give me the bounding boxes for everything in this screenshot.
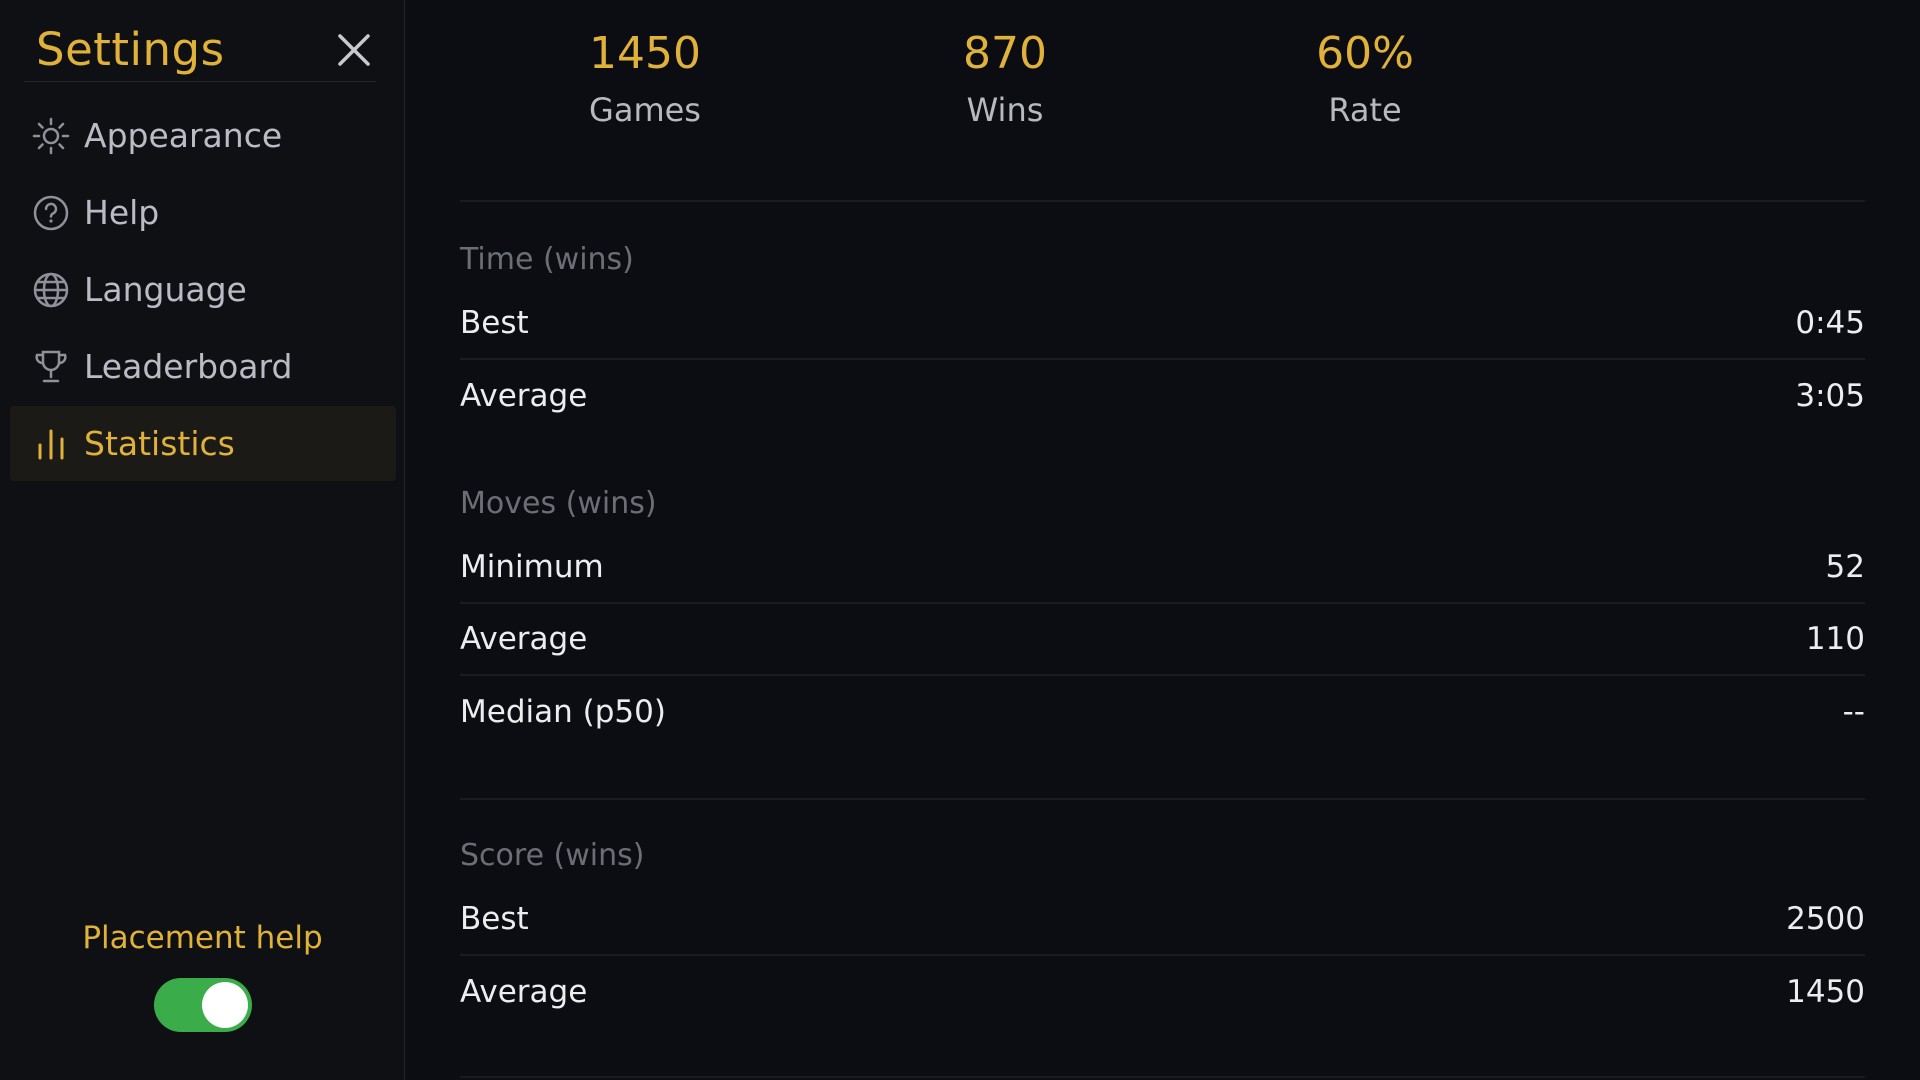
divider bbox=[460, 798, 1865, 800]
trophy-icon bbox=[30, 346, 72, 388]
stat-row: Average 110 bbox=[460, 604, 1865, 676]
stat-row: Median (p50) -- bbox=[460, 676, 1865, 748]
stat-wins-value: 870 bbox=[963, 28, 1047, 79]
settings-window: Settings Appearance Help Language Leader… bbox=[0, 0, 1920, 1080]
divider bbox=[460, 200, 1865, 202]
sidebar-item-label: Language bbox=[84, 270, 247, 309]
close-button[interactable] bbox=[332, 28, 376, 72]
sun-icon bbox=[30, 115, 72, 157]
toggle-knob bbox=[201, 982, 248, 1028]
stat-wins-label: Wins bbox=[966, 91, 1044, 129]
divider bbox=[460, 1076, 1865, 1078]
stat-row: Average 1450 bbox=[460, 956, 1865, 1028]
sidebar-item-label: Appearance bbox=[84, 116, 283, 155]
stat-row-value: 2500 bbox=[1786, 901, 1865, 937]
stat-row-value: 1450 bbox=[1786, 974, 1865, 1010]
stat-row-label: Average bbox=[460, 621, 588, 657]
sidebar-header: Settings bbox=[24, 18, 376, 82]
stat-rate-label: Rate bbox=[1328, 91, 1402, 129]
placement-help: Placement help bbox=[0, 920, 405, 1036]
stat-row-value: 110 bbox=[1805, 621, 1865, 657]
stat-row: Best 0:45 bbox=[460, 288, 1865, 360]
sidebar-item-label: Leaderboard bbox=[84, 347, 293, 386]
globe-icon bbox=[30, 269, 72, 311]
stat-row: Best 2500 bbox=[460, 884, 1865, 956]
stat-row-label: Minimum bbox=[460, 549, 604, 585]
settings-sidebar: Settings Appearance Help Language Leader… bbox=[0, 0, 405, 1080]
stat-row: Minimum 52 bbox=[460, 532, 1865, 604]
settings-title: Settings bbox=[36, 23, 225, 76]
sidebar-item-statistics[interactable]: Statistics bbox=[10, 406, 396, 481]
bar-chart-icon bbox=[30, 423, 72, 465]
stat-games: 1450 Games bbox=[525, 28, 765, 129]
stat-row-value: 52 bbox=[1825, 549, 1865, 585]
stat-rate-value: 60% bbox=[1316, 28, 1414, 79]
settings-nav: Appearance Help Language Leaderboard Sta… bbox=[10, 98, 396, 483]
section-title-score: Score (wins) bbox=[460, 838, 645, 873]
stat-row-label: Median (p50) bbox=[460, 694, 666, 730]
section-title-moves: Moves (wins) bbox=[460, 486, 657, 521]
placement-help-toggle[interactable] bbox=[153, 978, 252, 1032]
stat-row-label: Best bbox=[460, 901, 529, 937]
sidebar-item-help[interactable]: Help bbox=[10, 175, 396, 250]
statistics-panel: 1450 Games 870 Wins 60% Rate Time (wins)… bbox=[405, 0, 1920, 1080]
stat-games-value: 1450 bbox=[589, 28, 701, 79]
placement-help-label: Placement help bbox=[82, 920, 323, 956]
stat-row-value: 3:05 bbox=[1795, 378, 1865, 414]
sidebar-item-label: Help bbox=[84, 193, 160, 232]
stat-row-value: -- bbox=[1842, 694, 1865, 730]
stat-games-label: Games bbox=[589, 91, 701, 129]
stat-row-label: Average bbox=[460, 378, 588, 414]
summary-stats: 1450 Games 870 Wins 60% Rate bbox=[405, 28, 1920, 148]
stat-row-label: Average bbox=[460, 974, 588, 1010]
stat-row-label: Best bbox=[460, 305, 529, 341]
stat-wins: 870 Wins bbox=[885, 28, 1125, 129]
sidebar-item-leaderboard[interactable]: Leaderboard bbox=[10, 329, 396, 404]
stat-rate: 60% Rate bbox=[1245, 28, 1485, 129]
section-title-time: Time (wins) bbox=[460, 242, 634, 277]
stat-row: Average 3:05 bbox=[460, 360, 1865, 432]
stat-row-value: 0:45 bbox=[1795, 305, 1865, 341]
sidebar-item-label: Statistics bbox=[84, 424, 235, 463]
sidebar-item-appearance[interactable]: Appearance bbox=[10, 98, 396, 173]
close-icon bbox=[338, 33, 370, 66]
help-icon bbox=[30, 192, 72, 234]
sidebar-item-language[interactable]: Language bbox=[10, 252, 396, 327]
